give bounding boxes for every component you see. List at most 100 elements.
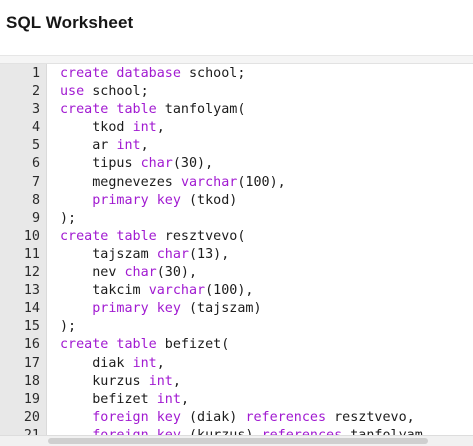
sql-text: , xyxy=(156,120,165,136)
line-number: 10 xyxy=(23,228,40,244)
line-number: 3 xyxy=(31,102,40,118)
sql-keyword: create table xyxy=(60,337,157,353)
line-number: 16 xyxy=(23,337,40,353)
sql-text: ); xyxy=(60,319,77,335)
header-separator xyxy=(0,56,473,63)
code-line[interactable]: 4 tkod int, xyxy=(0,119,473,137)
sql-keyword: varchar xyxy=(180,174,238,190)
line-code: tajszam char(13), xyxy=(60,246,229,264)
line-number: 8 xyxy=(31,192,40,208)
line-number: 17 xyxy=(23,355,40,371)
line-code: diak int, xyxy=(60,355,165,373)
code-line[interactable]: 11 tajszam char(13), xyxy=(0,246,473,264)
scrollbar-thumb[interactable] xyxy=(48,438,428,444)
sql-keyword: varchar xyxy=(148,283,206,299)
sql-text: (tajszam) xyxy=(180,301,262,317)
code-line[interactable]: 20 foreign key (diak) references resztve… xyxy=(0,409,473,427)
code-line[interactable]: 2 use school; xyxy=(0,83,473,101)
code-line[interactable]: 6 tipus char(30), xyxy=(0,155,473,173)
code-line[interactable]: 9); xyxy=(0,210,473,228)
sql-keyword: foreign key xyxy=(92,409,181,425)
sql-text: (30), xyxy=(156,265,198,281)
line-code: ar int, xyxy=(60,137,149,155)
sql-keyword: char xyxy=(140,156,173,172)
worksheet-title: SQL Worksheet xyxy=(6,13,134,32)
code-line[interactable]: 10 create table resztvevo( xyxy=(0,228,473,246)
line-code: create database school; xyxy=(60,65,245,83)
sql-worksheet-window: SQL Worksheet 1 create database school; 2 u… xyxy=(0,0,473,446)
sql-text: (30), xyxy=(172,156,214,172)
code-line[interactable]: 3 create table tanfolyam( xyxy=(0,101,473,119)
sql-text: school; xyxy=(180,66,246,81)
line-number: 7 xyxy=(31,174,40,190)
line-code: takcim varchar(100), xyxy=(60,282,254,300)
sql-text: ); xyxy=(60,210,77,226)
sql-text: , xyxy=(172,373,181,389)
sql-keyword: int xyxy=(148,373,173,389)
line-code: create table resztvevo( xyxy=(60,228,245,246)
sql-text: (tkod) xyxy=(180,192,238,208)
sql-keyword: char xyxy=(124,265,157,281)
line-number: 2 xyxy=(31,84,40,100)
sql-text: resztvevo, xyxy=(326,409,415,425)
code-line[interactable]: 12 nev char(30), xyxy=(0,264,473,282)
sql-text: school; xyxy=(84,84,149,100)
sql-code-editor[interactable]: 1 create database school; 2 use school; 3 cre… xyxy=(0,63,473,446)
sql-keyword: create table xyxy=(60,228,157,244)
code-line[interactable]: 5 ar int, xyxy=(0,137,473,155)
code-line[interactable]: 18 kurzus int, xyxy=(0,373,473,391)
code-line[interactable]: 15); xyxy=(0,318,473,336)
horizontal-scrollbar[interactable] xyxy=(0,435,473,446)
sql-text: (13), xyxy=(189,246,230,262)
line-number: 12 xyxy=(23,265,40,281)
sql-keyword: int xyxy=(156,391,181,407)
sql-text: , xyxy=(140,138,149,154)
code-line[interactable]: 1 create database school; xyxy=(0,65,473,83)
sql-keyword: primary key xyxy=(92,301,181,317)
code-line[interactable]: 16 create table befizet( xyxy=(0,336,473,354)
sql-keyword: int xyxy=(116,138,141,154)
sql-keyword: int xyxy=(132,120,157,136)
line-number: 20 xyxy=(23,409,40,425)
line-code: kurzus int, xyxy=(60,373,181,391)
sql-keyword: use xyxy=(60,84,85,100)
worksheet-header: SQL Worksheet xyxy=(0,0,473,56)
code-line[interactable]: 17 diak int, xyxy=(0,355,473,373)
line-code: create table tanfolyam( xyxy=(60,101,245,119)
sql-text: (100), xyxy=(205,283,254,299)
code-line[interactable]: 13 takcim varchar(100), xyxy=(0,282,473,300)
line-number: 6 xyxy=(31,156,40,172)
line-code: befizet int, xyxy=(60,391,189,409)
line-code: primary key (tkod) xyxy=(60,192,237,210)
line-number: 13 xyxy=(23,283,40,299)
line-code: nev char(30), xyxy=(60,264,197,282)
sql-keyword: create database xyxy=(60,66,181,81)
sql-text: (100), xyxy=(237,174,286,190)
code-line[interactable]: 8 primary key (tkod) xyxy=(0,192,473,210)
line-code: primary key (tajszam) xyxy=(60,300,262,318)
line-code: ); xyxy=(60,318,76,336)
sql-text: ar xyxy=(60,138,117,154)
code-line[interactable]: 14 primary key (tajszam) xyxy=(0,300,473,318)
line-code: create table befizet( xyxy=(60,336,229,354)
sql-text: tipus xyxy=(60,156,141,172)
code-line[interactable]: 19 befizet int, xyxy=(0,391,473,409)
line-number: 18 xyxy=(23,373,40,389)
sql-text: befizet( xyxy=(156,337,230,353)
sql-text: (diak) xyxy=(180,409,246,425)
sql-keyword: char xyxy=(156,246,189,262)
line-number: 9 xyxy=(31,210,40,226)
sql-text: takcim xyxy=(60,283,149,299)
sql-text: kurzus xyxy=(60,373,149,389)
sql-text: , xyxy=(180,391,189,407)
sql-text: diak xyxy=(60,355,133,371)
sql-text: , xyxy=(156,355,165,371)
sql-text: megnevezes xyxy=(60,174,181,190)
sql-text: nev xyxy=(60,265,125,281)
sql-text: befizet xyxy=(60,391,157,407)
sql-text: tkod xyxy=(60,120,133,136)
line-code: ); xyxy=(60,210,76,228)
line-code: tkod int, xyxy=(60,119,165,137)
code-line[interactable]: 7 megnevezes varchar(100), xyxy=(0,174,473,192)
